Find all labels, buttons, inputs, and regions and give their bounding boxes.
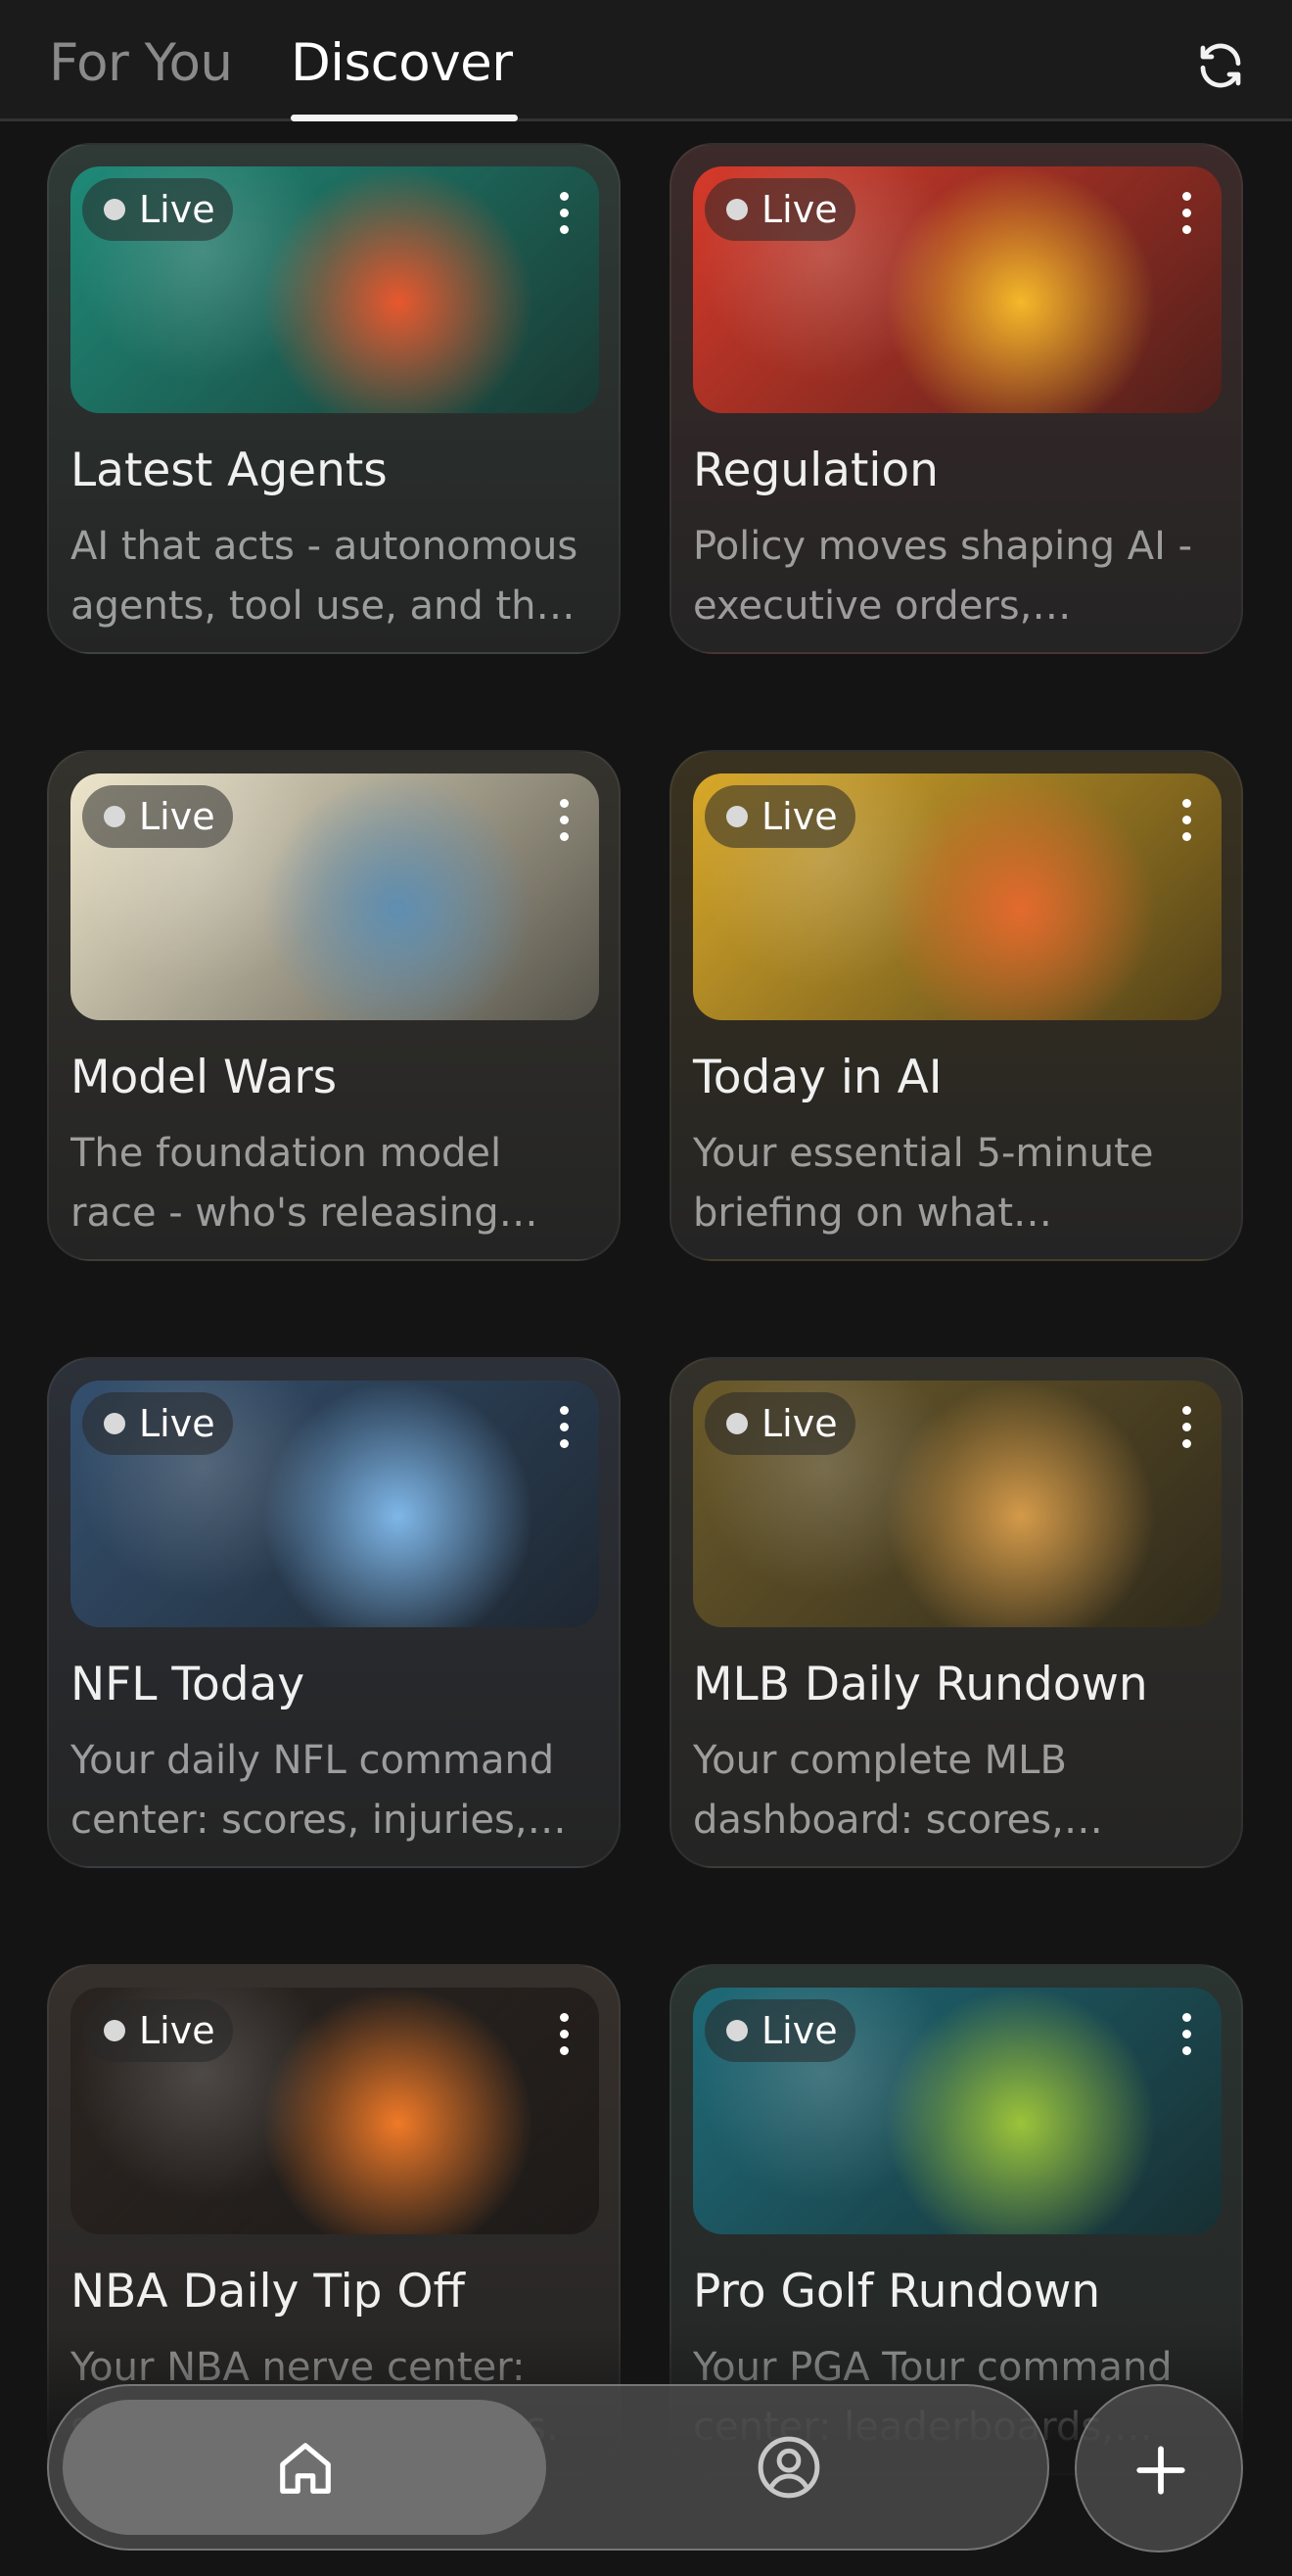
- card-description: Your essential 5-minute briefing on what…: [693, 1131, 1154, 1236]
- live-badge: Live: [82, 785, 233, 848]
- card-title: Latest Agents: [70, 444, 388, 497]
- live-badge: Live: [705, 785, 855, 848]
- live-badge: Live: [82, 1999, 233, 2062]
- live-dot-icon: [104, 2020, 125, 2041]
- card-title: NFL Today: [70, 1658, 305, 1711]
- more-options-icon[interactable]: [556, 192, 572, 237]
- active-tab-indicator: [291, 115, 518, 121]
- profile-icon[interactable]: [757, 2435, 821, 2500]
- top-header: For You Discover: [0, 0, 1292, 121]
- card-thumbnail: Live: [693, 166, 1222, 413]
- refresh-icon[interactable]: [1194, 39, 1247, 92]
- live-badge: Live: [705, 1999, 855, 2062]
- card-description: Your daily NFL command center: scores, i…: [70, 1738, 555, 1843]
- card-title: Regulation: [693, 444, 939, 497]
- nav-home-button[interactable]: [63, 2400, 546, 2535]
- more-options-icon[interactable]: [1178, 192, 1194, 237]
- live-label: Live: [761, 795, 838, 838]
- more-options-icon[interactable]: [1178, 799, 1194, 844]
- live-dot-icon: [726, 806, 748, 827]
- live-label: Live: [139, 2009, 215, 2052]
- live-dot-icon: [104, 806, 125, 827]
- channel-card[interactable]: Live Regulation Policy moves shaping AI - …: [669, 143, 1243, 654]
- live-badge: Live: [82, 178, 233, 241]
- card-thumbnail: Live: [70, 1988, 599, 2234]
- live-label: Live: [139, 1402, 215, 1445]
- channel-card[interactable]: Live NFL Today Your daily NFL command cent…: [47, 1357, 621, 1868]
- card-thumbnail: Live: [70, 773, 599, 1020]
- live-label: Live: [139, 795, 215, 838]
- card-thumbnail: Live: [70, 166, 599, 413]
- home-icon: [280, 2443, 331, 2494]
- card-description: The foundation model race - who's releas…: [70, 1131, 502, 1236]
- channel-card[interactable]: Live Today in AI Your essential 5-minute b…: [669, 750, 1243, 1261]
- more-options-icon[interactable]: [1178, 2013, 1194, 2058]
- plus-icon: [1136, 2446, 1185, 2495]
- more-options-icon[interactable]: [556, 1406, 572, 1451]
- bottom-nav-bar: [47, 2384, 1049, 2551]
- channel-card[interactable]: Live Latest Agents AI that acts - autonomo…: [47, 143, 621, 654]
- card-description: Policy moves shaping AI - executive orde…: [693, 524, 1193, 629]
- live-label: Live: [761, 188, 838, 231]
- live-dot-icon: [726, 199, 748, 220]
- more-options-icon[interactable]: [1178, 1406, 1194, 1451]
- live-dot-icon: [726, 2020, 748, 2041]
- discover-grid: Live Latest Agents AI that acts - autonomo…: [0, 0, 1292, 2576]
- tab-discover[interactable]: Discover: [291, 33, 513, 93]
- live-badge: Live: [82, 1392, 233, 1455]
- card-title: MLB Daily Rundown: [693, 1658, 1148, 1711]
- card-thumbnail: Live: [693, 773, 1222, 1020]
- live-dot-icon: [726, 1413, 748, 1434]
- tab-for-you[interactable]: For You: [49, 33, 233, 93]
- live-label: Live: [761, 2009, 838, 2052]
- card-title: NBA Daily Tip Off: [70, 2265, 465, 2318]
- live-badge: Live: [705, 178, 855, 241]
- more-options-icon[interactable]: [556, 2013, 572, 2058]
- card-thumbnail: Live: [693, 1381, 1222, 1627]
- channel-card[interactable]: Live Model Wars The foundation model race …: [47, 750, 621, 1261]
- live-dot-icon: [104, 1413, 125, 1434]
- card-description: AI that acts - autonomous agents, tool u…: [70, 524, 578, 629]
- card-thumbnail: Live: [693, 1988, 1222, 2234]
- card-title: Today in AI: [693, 1051, 943, 1104]
- live-label: Live: [139, 188, 215, 231]
- card-title: Model Wars: [70, 1051, 338, 1104]
- channel-card[interactable]: Live MLB Daily Rundown Your complete MLB d…: [669, 1357, 1243, 1868]
- add-button[interactable]: [1075, 2384, 1243, 2553]
- live-badge: Live: [705, 1392, 855, 1455]
- card-title: Pro Golf Rundown: [693, 2265, 1101, 2318]
- live-label: Live: [761, 1402, 838, 1445]
- more-options-icon[interactable]: [556, 799, 572, 844]
- live-dot-icon: [104, 199, 125, 220]
- card-thumbnail: Live: [70, 1381, 599, 1627]
- card-description: Your complete MLB dashboard: scores, sta…: [693, 1738, 1067, 1843]
